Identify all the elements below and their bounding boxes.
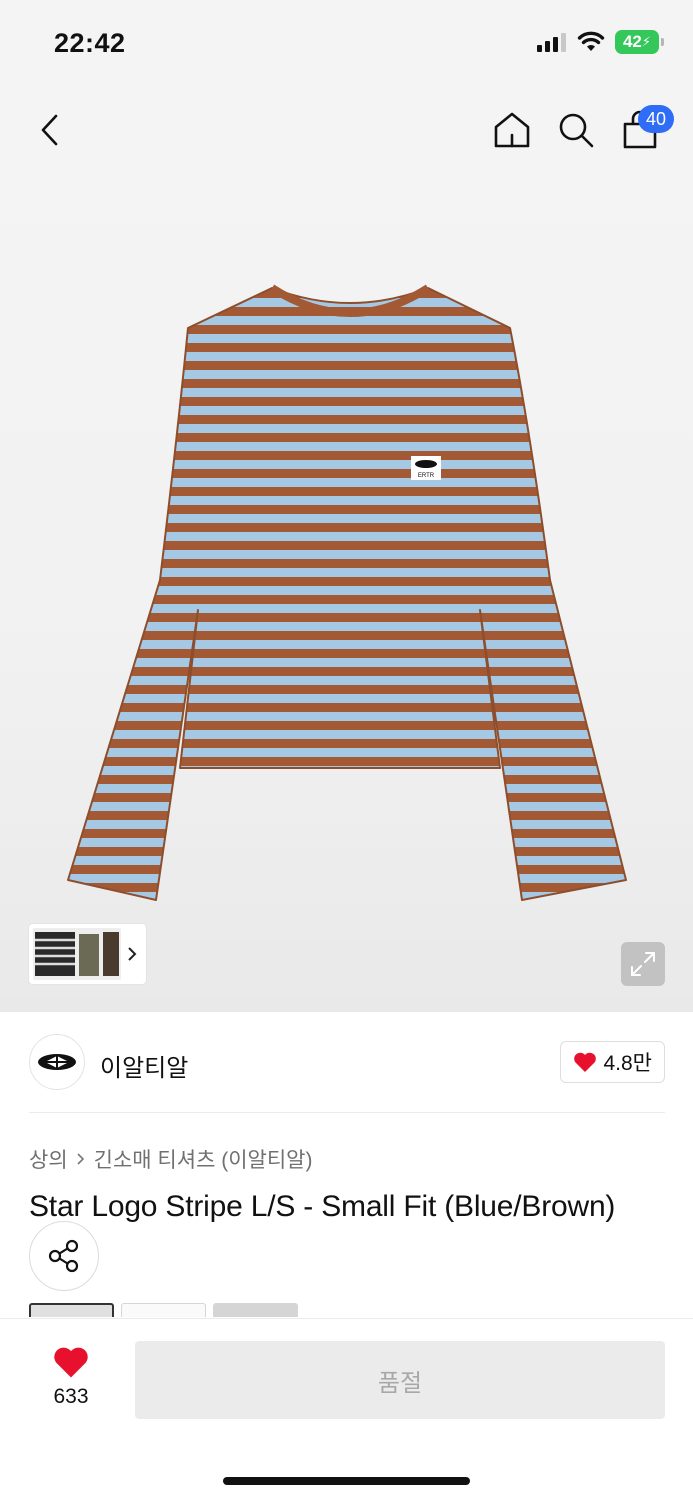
chevron-right-icon (77, 1153, 84, 1165)
chevron-right-icon (128, 947, 137, 961)
brand-logo-icon (38, 1054, 76, 1070)
cart-count-badge: 40 (638, 105, 674, 133)
wishlist-count: 633 (53, 1385, 89, 1408)
battery-icon: 42 ⚡ (615, 30, 664, 54)
divider (29, 1112, 665, 1113)
expand-icon (631, 952, 655, 976)
gallery-thumbnail (33, 928, 121, 980)
color-option-thumbnails (29, 1303, 298, 1317)
wishlist-button[interactable]: 633 (36, 1345, 106, 1415)
brand-logo[interactable] (29, 1034, 85, 1090)
product-title: Star Logo Stripe L/S - Small Fit (Blue/B… (29, 1190, 616, 1223)
color-option[interactable] (213, 1303, 298, 1317)
back-button[interactable] (22, 100, 78, 160)
brand-like-button[interactable]: 4.8만 (560, 1041, 665, 1083)
product-hero: 22:42 42 ⚡ 40 ERTR (0, 0, 693, 1012)
cart-button[interactable]: 40 (612, 100, 674, 160)
home-icon (494, 112, 530, 148)
status-icons: 42 ⚡ (537, 30, 664, 54)
top-navigation: 40 (0, 100, 693, 160)
bottom-action-bar: 633 품절 (0, 1318, 693, 1500)
sold-out-button[interactable]: 품절 (135, 1341, 665, 1419)
battery-level: 42 (622, 32, 642, 51)
status-bar: 22:42 42 ⚡ (0, 0, 693, 86)
chevron-left-icon (41, 114, 58, 146)
home-indicator (223, 1477, 470, 1485)
heart-icon (574, 1052, 597, 1072)
heart-icon (54, 1347, 88, 1378)
color-option[interactable] (121, 1303, 206, 1317)
brand-like-count: 4.8만 (603, 1052, 652, 1075)
image-gallery-thumbnails[interactable] (29, 924, 146, 984)
search-button[interactable] (548, 100, 604, 160)
brand-row: 이알티알 4.8만 (29, 1034, 665, 1094)
breadcrumb-subcategory[interactable]: 긴소매 티셔츠 (이알티알) (94, 1144, 313, 1174)
svg-text:ERTR: ERTR (418, 473, 435, 479)
fullscreen-button[interactable] (621, 942, 665, 986)
breadcrumb-category[interactable]: 상의 (29, 1144, 68, 1174)
chest-logo: ERTR (411, 456, 441, 480)
charging-bolt-icon: ⚡ (641, 34, 652, 49)
home-button[interactable] (484, 100, 540, 160)
share-button[interactable] (29, 1221, 99, 1291)
brand-name[interactable]: 이알티알 (100, 1048, 188, 1083)
shirt-body (67, 287, 627, 901)
status-time: 22:42 (54, 28, 126, 58)
wifi-icon (577, 31, 605, 51)
search-icon (559, 113, 594, 148)
breadcrumb: 상의 긴소매 티셔츠 (이알티알) (29, 1144, 313, 1174)
share-icon (48, 1239, 79, 1273)
color-option-selected[interactable] (29, 1303, 114, 1317)
product-image[interactable]: ERTR (60, 280, 640, 910)
signal-icon (537, 33, 566, 52)
